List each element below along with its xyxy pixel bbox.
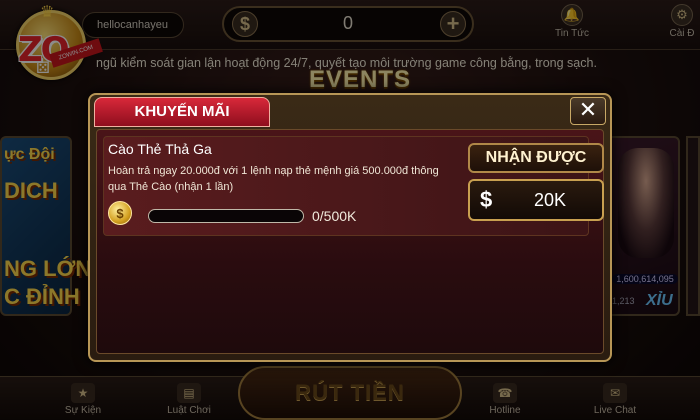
promo-description: Hoàn trả ngay 20.000đ với 1 lệnh nạp thẻ…: [108, 165, 439, 193]
promo-card: Cào Thẻ Thả Ga Hoàn trả ngay 20.000đ với…: [103, 136, 604, 236]
progress-text: 0/500K: [312, 208, 357, 224]
reward-box[interactable]: $ 20K: [468, 179, 604, 221]
promotions-dialog: KHUYẾN MÃI ✕ Cào Thẻ Thả Ga Hoàn trả nga…: [88, 93, 612, 362]
reward-label: NHẬN ĐƯỢC: [468, 143, 604, 173]
reward-amount: 20K: [533, 190, 567, 210]
dialog-content: Cào Thẻ Thả Ga Hoàn trả ngay 20.000đ với…: [96, 129, 604, 354]
progress-bar: [148, 209, 304, 223]
close-button[interactable]: ✕: [570, 97, 606, 125]
promo-title: Cào Thẻ Thả Ga: [108, 141, 212, 157]
coin-icon: $: [108, 201, 132, 225]
tab-promotions[interactable]: KHUYẾN MÃI: [94, 97, 270, 127]
reward-currency-icon: $: [480, 187, 493, 212]
